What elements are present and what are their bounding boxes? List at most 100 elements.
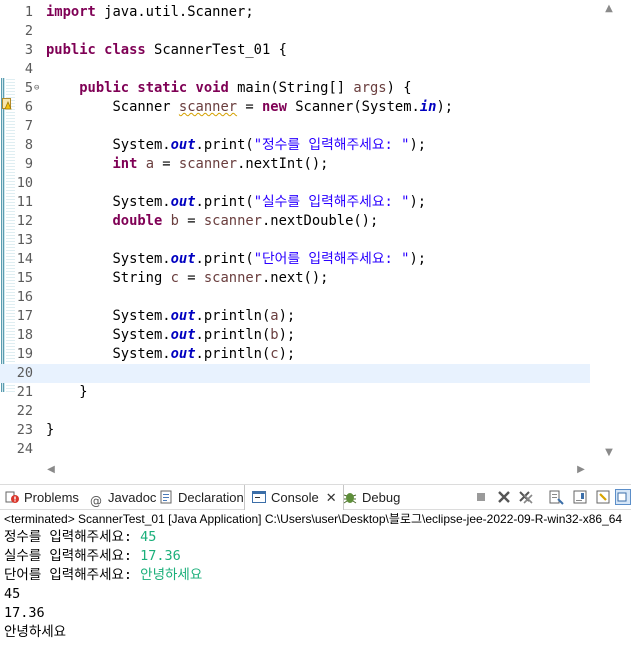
scroll-lock-icon[interactable] [572, 489, 588, 505]
remove-all-terminated-icon[interactable] [518, 489, 534, 505]
code-line[interactable]: 13 [0, 231, 590, 250]
console-user-input: 안녕하세요 [140, 567, 203, 583]
tab-problems[interactable]: Problems [4, 485, 79, 510]
code-token: .println( [195, 308, 271, 324]
line-number: 1 [24, 4, 33, 20]
code-token: ); [409, 194, 427, 210]
scroll-down-arrow-icon[interactable]: ▼ [602, 447, 616, 459]
code-line[interactable]: 9 int a = scanner.nextInt(); [0, 155, 590, 174]
code-line[interactable]: 3 public class ScannerTest_01 { [0, 41, 590, 60]
code-line[interactable]: 19 System.out.println(c); [0, 345, 590, 364]
code-line[interactable]: 1 import java.util.Scanner; [0, 3, 590, 22]
code-line[interactable]: 6 Scanner scanner = new Scanner(System.i… [0, 98, 590, 117]
tab-debug[interactable]: Debug [342, 485, 400, 510]
vertical-scrollbar[interactable]: ▲ ▼ [590, 0, 631, 462]
code-token: String [46, 270, 171, 286]
console-output-text: 단어를 입력해주세요: [4, 567, 141, 583]
code-token: ) { [386, 80, 412, 96]
code-token: int [112, 156, 138, 172]
line-number: 22 [16, 403, 33, 419]
close-icon[interactable]: ✕ [326, 485, 337, 510]
line-number: 8 [24, 137, 33, 153]
code-text: public class ScannerTest_01 { [46, 41, 287, 60]
code-line[interactable]: 8 System.out.print("정수를 입력해주세요: "); [0, 136, 590, 155]
code-line[interactable]: 20 [0, 364, 590, 383]
code-line[interactable]: 14 System.out.print("단어를 입력해주세요: "); [0, 250, 590, 269]
horizontal-scrollbar[interactable]: ◀ ▶ [44, 462, 590, 478]
remove-launch-icon[interactable] [496, 489, 512, 505]
code-token: ); [436, 99, 454, 115]
code-token: .print( [195, 251, 254, 267]
code-line[interactable]: 7 [0, 117, 590, 136]
code-line[interactable]: 5 ⊖ public static void main(String[] args… [0, 79, 590, 98]
code-token: = [178, 213, 204, 229]
line-number: 24 [16, 441, 33, 457]
code-text: System.out.print("정수를 입력해주세요: "); [46, 136, 426, 155]
code-line[interactable]: 10 [0, 174, 590, 193]
code-text: int a = scanner.nextInt(); [46, 155, 328, 174]
code-line[interactable]: 4 [0, 60, 590, 79]
terminate-icon[interactable] [473, 489, 489, 505]
line-number: 9 [24, 156, 33, 172]
problems-icon [5, 491, 19, 503]
tab-javadoc[interactable]: @ Javadoc [88, 485, 156, 510]
code-line[interactable]: 21 } [0, 383, 590, 402]
code-line[interactable]: 24 [0, 440, 590, 459]
code-text: String c = scanner.next(); [46, 269, 328, 288]
tab-console[interactable]: Console ✕ [244, 485, 344, 510]
code-text: System.out.println(b); [46, 326, 295, 345]
code-line[interactable]: 23} [0, 421, 590, 440]
code-line[interactable]: 12 double b = scanner.nextDouble(); [0, 212, 590, 231]
code-token: System. [46, 194, 171, 210]
line-number: 7 [24, 118, 33, 134]
console-output-text: 정수를 입력해주세요: [4, 529, 141, 545]
tab-declaration[interactable]: Declaration [158, 485, 244, 510]
code-text: System.out.print("실수를 입력해주세요: "); [46, 193, 426, 212]
display-selected-console-icon[interactable] [615, 489, 631, 505]
code-line[interactable]: 2 [0, 22, 590, 41]
code-token: out [170, 251, 196, 267]
fold-collapse-icon[interactable]: ⊖ [34, 79, 39, 98]
warning-icon[interactable] [2, 98, 13, 110]
code-token: args [353, 80, 387, 96]
code-token: c [270, 346, 279, 362]
code-token: ); [409, 137, 427, 153]
scroll-up-arrow-icon[interactable]: ▲ [602, 3, 616, 15]
code-line[interactable]: 17 System.out.println(a); [0, 307, 590, 326]
code-token: System. [46, 251, 171, 267]
code-line[interactable]: 16 [0, 288, 590, 307]
code-line[interactable]: 18 System.out.println(b); [0, 326, 590, 345]
line-number: 19 [16, 346, 33, 362]
code-text: System.out.print("단어를 입력해주세요: "); [46, 250, 426, 269]
code-token: "실수를 입력해주세요: " [253, 194, 410, 210]
code-token: main(String[] [228, 80, 354, 96]
scroll-left-arrow-icon[interactable]: ◀ [44, 464, 58, 476]
code-token: new [261, 99, 287, 115]
code-token: import [46, 4, 96, 20]
clear-console-icon[interactable] [548, 489, 564, 505]
console-line: 45 [4, 585, 631, 604]
line-number: 18 [16, 327, 33, 343]
code-token: "정수를 입력해주세요: " [253, 137, 410, 153]
code-token: static [137, 80, 188, 96]
console-output-text: 안녕하세요 [4, 624, 67, 640]
code-line[interactable]: 15 String c = scanner.next(); [0, 269, 590, 288]
line-number: 11 [16, 194, 33, 210]
code-token: class [104, 42, 146, 58]
code-token: scanner [203, 213, 262, 229]
code-token: .next(); [262, 270, 329, 286]
code-line[interactable]: 22 [0, 402, 590, 421]
tab-label: Problems [24, 490, 79, 505]
pin-console-icon[interactable] [595, 489, 611, 505]
code-token: System. [46, 137, 171, 153]
code-token: .print( [195, 194, 254, 210]
code-line[interactable]: 11 System.out.print("실수를 입력해주세요: "); [0, 193, 590, 212]
code-editor[interactable]: 1 import java.util.Scanner; 2 3 public class… [0, 0, 631, 480]
console-output-text: 45 [4, 586, 21, 602]
console-output[interactable]: 정수를 입력해주세요: 45 실수를 입력해주세요: 17.36 단어를 입력해주세… [4, 528, 631, 670]
scroll-right-arrow-icon[interactable]: ▶ [574, 464, 588, 476]
code-token: Scanner(System. [286, 99, 420, 115]
code-token: a [270, 308, 279, 324]
code-token: out [170, 327, 196, 343]
line-number: 2 [24, 23, 33, 39]
